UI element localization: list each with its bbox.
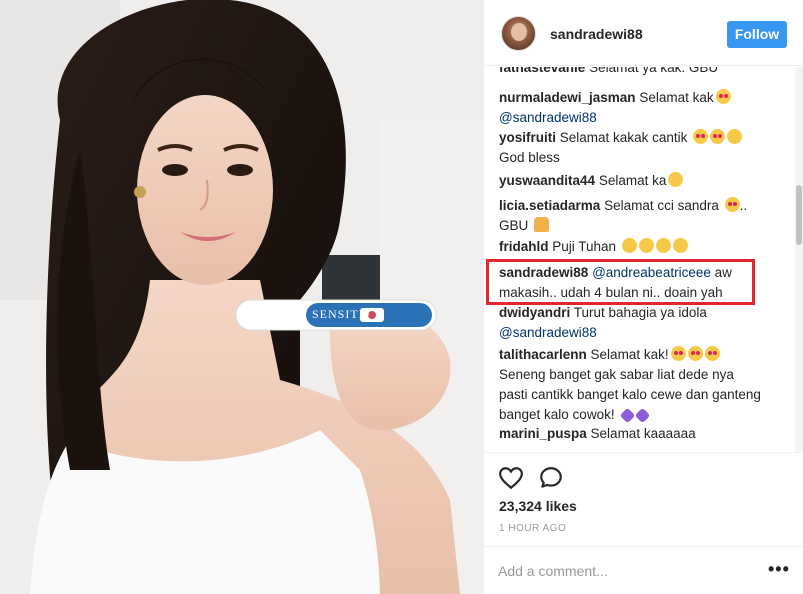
post-header: sandradewi88 Follow: [484, 0, 803, 66]
laugh-icon: [638, 238, 654, 253]
comment-text: Selamat kakak cantik: [559, 130, 688, 145]
comment-text: Puji Tuhan: [552, 239, 617, 254]
heart-eyes-icon: [715, 89, 731, 104]
comment-text-line2: God bless: [499, 150, 560, 165]
comment-item: marini_puspa Selamat kaaaaaa: [499, 424, 779, 444]
laugh-icon: [655, 238, 671, 253]
comment-username[interactable]: yosifruiti: [499, 130, 556, 145]
product-label: SENSITIF: [312, 307, 372, 321]
grin-icon: [668, 172, 684, 187]
comment-username[interactable]: fathastevanie: [499, 67, 585, 75]
heart-eyes-icon: [670, 346, 686, 361]
purple-heart-icon: [635, 407, 651, 424]
comment-text-line2: Seneng banget gak sabar liat dede nya: [499, 367, 734, 382]
comment-text: Selamat kak!: [590, 347, 669, 362]
add-comment-input[interactable]: [498, 561, 748, 581]
follow-button[interactable]: Follow: [727, 21, 787, 48]
comment-username[interactable]: talithacarlenn: [499, 347, 587, 362]
heart-eyes-icon: [693, 129, 709, 144]
post-photo: SENSITIF: [0, 0, 483, 594]
heart-eyes-icon: [724, 197, 740, 212]
comment-text: Selamat kak: [639, 90, 714, 105]
comment-text: Turut bahagia ya idola: [573, 305, 707, 320]
comment-item: fridahld Puji Tuhan: [499, 237, 779, 257]
kiss-icon: [727, 129, 743, 144]
laugh-icon: [621, 238, 637, 253]
laugh-icon: [672, 238, 688, 253]
comment-item: licia.setiadarma Selamat cci sandra .. G…: [499, 196, 779, 236]
comment-text-line4: banget kalo cowok!: [499, 407, 615, 422]
comment-item: nurmaladewi_jasman Selamat kak @sandrade…: [499, 88, 779, 128]
comment-text: Selamat ka: [598, 173, 667, 188]
comment-item: fathastevanie Selamat ya kak. GBU: [499, 67, 779, 78]
photo-illustration: [0, 0, 483, 594]
comment-username[interactable]: nurmaladewi_jasman: [499, 90, 636, 105]
comment-item: talithacarlenn Selamat kak! Seneng bange…: [499, 345, 779, 425]
highlight-box: [486, 259, 755, 305]
comment-scrollbar[interactable]: [795, 67, 803, 452]
comment-username[interactable]: licia.setiadarma: [499, 198, 600, 213]
comment-username[interactable]: dwidyandri: [499, 305, 570, 320]
comment-text: Selamat ya kak. GBU: [589, 67, 719, 75]
heart-eyes-icon: [687, 346, 703, 361]
comment-text: Selamat kaaaaaa: [590, 426, 696, 441]
header-username[interactable]: sandradewi88: [550, 26, 643, 42]
pray-icon: [534, 217, 550, 232]
heart-eyes-icon: [710, 129, 726, 144]
add-comment-bar: •••: [483, 546, 803, 594]
more-options-icon[interactable]: •••: [768, 560, 790, 578]
comment-item: dwidyandri Turut bahagia ya idola @sandr…: [499, 303, 779, 343]
heart-eyes-icon: [704, 346, 720, 361]
comment-text-line3: pasti cantikk banget kalo cewe dan gante…: [499, 387, 761, 402]
scrollbar-thumb[interactable]: [796, 185, 802, 245]
comment-mention[interactable]: @sandradewi88: [499, 325, 597, 340]
comment-mention[interactable]: @sandradewi88: [499, 110, 597, 125]
comment-username[interactable]: fridahld: [499, 239, 549, 254]
heart-icon[interactable]: [498, 465, 524, 491]
comment-username[interactable]: marini_puspa: [499, 426, 587, 441]
comment-item: yuswaandita44 Selamat ka: [499, 171, 779, 191]
like-count[interactable]: 23,324 likes: [499, 498, 577, 514]
comment-username[interactable]: yuswaandita44: [499, 173, 595, 188]
post-timestamp[interactable]: 1 HOUR AGO: [499, 523, 566, 534]
comment-icon[interactable]: [538, 465, 564, 491]
comment-text-line2: GBU: [499, 218, 529, 233]
comment-text: Selamat cci sandra: [604, 198, 719, 213]
comment-item: yosifruiti Selamat kakak cantik God bles…: [499, 128, 779, 168]
avatar[interactable]: [501, 16, 536, 51]
comment-text-after: ..: [739, 198, 748, 213]
purple-heart-icon: [620, 407, 636, 424]
post-actions: 23,324 likes 1 HOUR AGO: [483, 452, 803, 542]
